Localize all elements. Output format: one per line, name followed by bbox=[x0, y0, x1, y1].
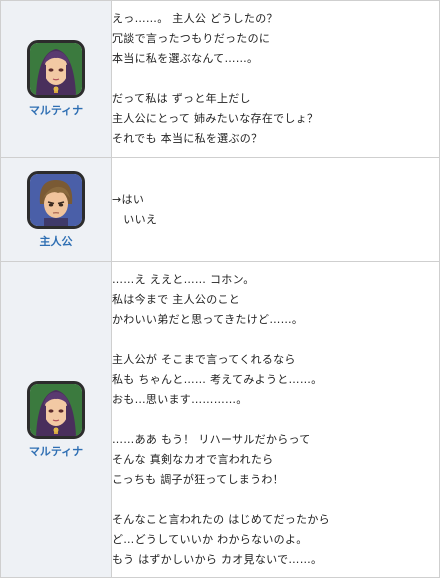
dialogue-line: だって私は ずっと年上だし bbox=[112, 92, 251, 105]
dialogue-line: 冗談で言ったつもりだったのに bbox=[112, 32, 271, 45]
dialogue-line: おも…思います…………。 bbox=[112, 392, 248, 406]
speaker-name[interactable]: 主人公 bbox=[1, 233, 111, 249]
dialogue-row: マルティナ ……え ええと…… コホン。 私は今まで 主人公のこと かわいい弟だ… bbox=[0, 261, 440, 578]
dialogue-text: ……え ええと…… コホン。 私は今まで 主人公のこと かわいい弟だと思ってきた… bbox=[111, 261, 440, 578]
dialogue-table: マルティナ えっ……。 主人公 どうしたの？ 冗談で言ったつもりだったのに 本当… bbox=[0, 0, 440, 578]
speaker-name[interactable]: マルティナ bbox=[1, 102, 111, 118]
dialogue-line: 主人公にとって 姉みたいな存在でしょ？ bbox=[112, 112, 319, 125]
speaker-cell: マルティナ bbox=[0, 0, 112, 158]
dialogue-line: かわいい弟だと思ってきたけど……。 bbox=[112, 312, 304, 326]
martina-portrait-icon bbox=[27, 380, 85, 439]
dialogue-line: ……ああ もう！ リハーサルだからって bbox=[112, 432, 311, 446]
choice-no[interactable]: いいえ bbox=[112, 210, 439, 230]
hero-portrait-icon bbox=[27, 170, 85, 229]
martina-portrait-icon bbox=[27, 40, 85, 98]
dialogue-line: えっ……。 主人公 どうしたの？ bbox=[112, 12, 278, 25]
dialogue-line: それでも 本当に私を選ぶの？ bbox=[112, 132, 263, 145]
dialogue-line: そんな 真剣なカオで言われたら bbox=[112, 452, 274, 466]
dialogue-line: そんなこと言われたの はじめてだったから bbox=[112, 512, 330, 526]
dialogue-line: 主人公が そこまで言ってくれるなら bbox=[112, 352, 296, 366]
choice-list: →はい いいえ bbox=[111, 157, 440, 262]
dialogue-text: えっ……。 主人公 どうしたの？ 冗談で言ったつもりだったのに 本当に私を選ぶな… bbox=[111, 0, 440, 158]
dialogue-line: 私も ちゃんと…… 考えてみようと……。 bbox=[112, 372, 323, 386]
dialogue-row: マルティナ えっ……。 主人公 どうしたの？ 冗談で言ったつもりだったのに 本当… bbox=[0, 0, 440, 158]
dialogue-line: 本当に私を選ぶなんて……。 bbox=[112, 52, 259, 65]
dialogue-line: ……え ええと…… コホン。 bbox=[112, 272, 255, 286]
dialogue-row: 主人公 →はい いいえ bbox=[0, 157, 440, 262]
dialogue-line: ど…どうしていいか わからないのよ。 bbox=[112, 532, 308, 546]
speaker-name[interactable]: マルティナ bbox=[1, 443, 111, 459]
dialogue-line: こっちも 調子が狂ってしまうわ！ bbox=[112, 472, 284, 486]
speaker-cell: マルティナ bbox=[0, 261, 112, 578]
dialogue-line: もう はずかしいから カオ見ないで……。 bbox=[112, 552, 323, 566]
dialogue-line: 私は今まで 主人公のこと bbox=[112, 292, 241, 306]
speaker-cell: 主人公 bbox=[0, 157, 112, 262]
choice-yes[interactable]: →はい bbox=[112, 190, 439, 210]
